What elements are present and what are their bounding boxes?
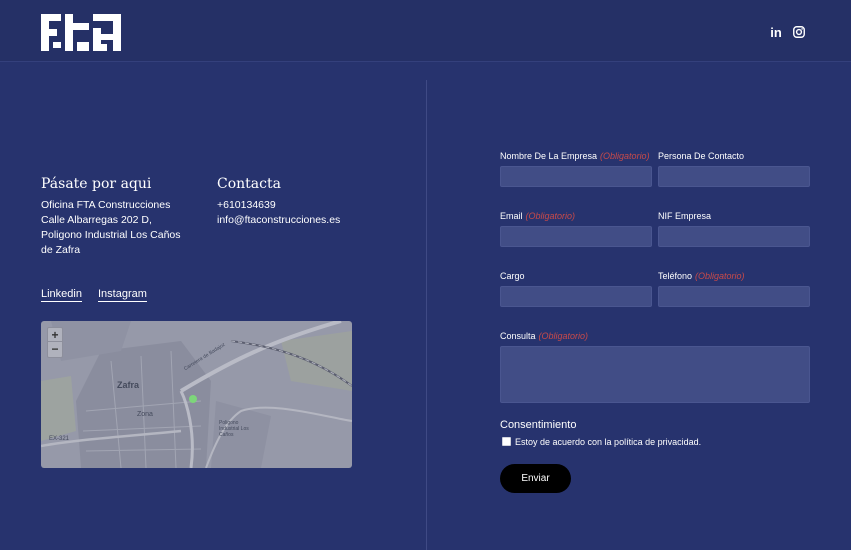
contact-person-label: Persona De Contacto (658, 151, 745, 161)
company-input[interactable] (500, 166, 652, 187)
fta-logo[interactable] (41, 14, 121, 51)
contact-person-input[interactable] (658, 166, 810, 187)
instagram-link[interactable]: Instagram (98, 288, 147, 302)
zoom-in-button[interactable]: + (48, 328, 62, 342)
map-marker[interactable] (189, 395, 197, 403)
privacy-checkbox[interactable] (502, 437, 511, 446)
contact-title: Contacta (217, 176, 281, 192)
role-label: Cargo (500, 271, 525, 281)
linkedin-icon[interactable]: in (768, 24, 784, 40)
email-label: Email (Obligatorio) (500, 211, 576, 221)
location-map[interactable]: + − Zafra Zona EX-321 Poligono Industria… (41, 321, 352, 468)
visit-title: Pásate por aqui (41, 176, 152, 192)
company-label: Nombre De La Empresa (Obligatorio) (500, 151, 650, 161)
submit-button[interactable]: Enviar (500, 464, 571, 493)
address-line: Oficina FTA Construcciones (41, 199, 171, 211)
nif-input[interactable] (658, 226, 810, 247)
map-label-city: Zafra (117, 380, 140, 390)
map-label-road: EX-321 (49, 436, 70, 442)
map-label-industrial: Poligono Industrial Los Caños (219, 420, 249, 438)
map-label-zone: Zona (137, 411, 153, 418)
email-input[interactable] (500, 226, 652, 247)
address-block: Oficina FTA Construcciones Calle Albarre… (41, 198, 181, 258)
contact-phone[interactable]: +610134639 (217, 198, 340, 213)
contact-block: +610134639 info@ftaconstrucciones.es (217, 198, 340, 228)
address-line: Poligono Industrial Los Caños (41, 229, 181, 241)
zoom-out-button[interactable]: − (48, 342, 62, 356)
consent-title: Consentimiento (500, 419, 577, 431)
instagram-icon[interactable] (791, 24, 807, 40)
map-zoom-control: + − (47, 327, 63, 358)
nif-label: NIF Empresa (658, 211, 712, 221)
site-header: in (0, 0, 851, 62)
privacy-consent-text: Estoy de acuerdo con la política de priv… (515, 437, 702, 447)
address-line: Calle Albarregas 202 D, (41, 214, 152, 226)
map-tiles (41, 321, 352, 468)
phone-input[interactable] (658, 286, 810, 307)
contact-email[interactable]: info@ftaconstrucciones.es (217, 213, 340, 228)
address-line: de Zafra (41, 244, 81, 256)
query-label: Consulta (Obligatorio) (500, 331, 589, 341)
query-textarea[interactable] (500, 346, 810, 403)
role-input[interactable] (500, 286, 652, 307)
phone-label: Teléfono (Obligatorio) (658, 271, 745, 281)
linkedin-link[interactable]: Linkedin (41, 288, 82, 302)
column-divider (426, 80, 427, 550)
